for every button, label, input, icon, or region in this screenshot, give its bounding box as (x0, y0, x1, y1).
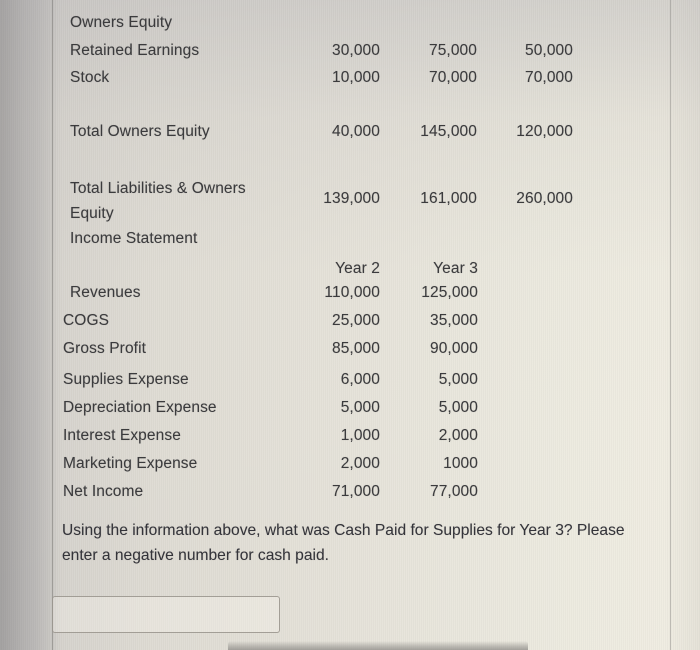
photographed-screen: Owners Equity Retained Earnings 30,000 7… (0, 0, 700, 650)
row-label-net-income: Net Income (63, 483, 144, 500)
row-label-interest-expense: Interest Expense (63, 427, 181, 444)
supplies-expense-year-3: 5,000 (438, 371, 478, 388)
row-label-total-liabilities-and-owners-equity: Total Liabilities & Owners Equity (70, 180, 246, 222)
row-label-stock: Stock (70, 69, 110, 86)
row-label-retained-earnings: Retained Earnings (70, 42, 200, 59)
section-title-owners-equity: Owners Equity (70, 14, 173, 31)
retained-earnings-col3: 50,000 (524, 42, 573, 59)
marketing-expense-year-3: 1000 (443, 455, 478, 472)
question-prompt: Using the information above, what was Ca… (62, 522, 625, 564)
total-liabilities-owners-equity-col3: 260,000 (516, 190, 573, 207)
row-label-marketing-expense: Marketing Expense (63, 455, 198, 472)
row-label-total-owners-equity: Total Owners Equity (70, 123, 210, 140)
interest-expense-year-3: 2,000 (438, 427, 478, 444)
column-header-year-3: Year 3 (433, 260, 478, 277)
revenues-year-3: 125,000 (421, 284, 478, 301)
gross-profit-year-3: 90,000 (429, 340, 478, 357)
row-label-revenues: Revenues (70, 284, 141, 301)
net-income-year-3: 77,000 (429, 483, 478, 500)
answer-input[interactable] (52, 596, 280, 633)
depreciation-expense-year-3: 5,000 (438, 399, 478, 416)
row-label-supplies-expense: Supplies Expense (63, 371, 189, 388)
worksheet-content: Owners Equity Retained Earnings 30,000 7… (0, 0, 700, 650)
cogs-year-3: 35,000 (429, 312, 478, 329)
row-label-cogs: COGS (63, 312, 110, 329)
total-owners-equity-col3: 120,000 (516, 123, 573, 140)
bottom-edge-reflection (228, 641, 528, 650)
row-label-depreciation-expense: Depreciation Expense (63, 399, 217, 416)
row-label-gross-profit: Gross Profit (63, 340, 147, 357)
stock-col3: 70,000 (524, 69, 573, 86)
section-title-income-statement: Income Statement (70, 230, 198, 247)
